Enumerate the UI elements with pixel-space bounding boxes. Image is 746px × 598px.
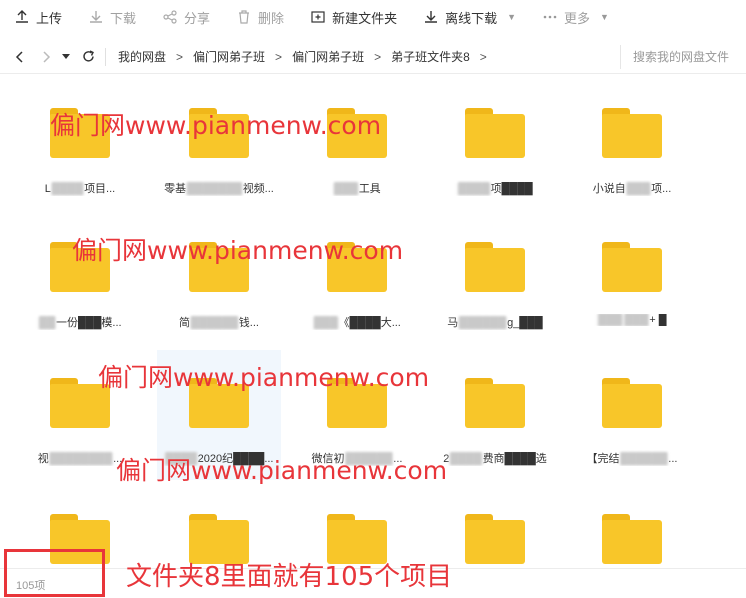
history-dropdown-icon[interactable] <box>59 40 73 74</box>
navigation-bar: 我的网盘 > 偏门网弟子班 > 偏门网弟子班 > 弟子班文件夹8 > 搜索我的网… <box>0 40 746 74</box>
folder-item[interactable]: 小说自███项... <box>570 80 694 210</box>
folder-icon <box>602 108 662 158</box>
delete-button[interactable]: 删除 <box>236 0 284 34</box>
annotation-text: 文件夹8里面就有105个项目 <box>126 562 453 592</box>
download-icon <box>88 9 104 25</box>
breadcrumb-separator: > <box>479 49 487 64</box>
chevron-down-icon: ▼ <box>600 12 609 22</box>
watermark-text: 偏门网www.pianmenw.com <box>72 236 404 265</box>
folder-name: ███ ███+ █ <box>597 314 667 326</box>
folder-name: 2████费商████选 <box>443 453 547 465</box>
refresh-icon[interactable] <box>81 40 95 74</box>
folder-item[interactable]: 马██████g_███ <box>433 214 557 344</box>
upload-icon <box>14 9 30 25</box>
new-folder-button[interactable]: 新建文件夹 <box>310 0 397 34</box>
breadcrumb-item[interactable]: 弟子班文件夹8 <box>391 48 470 65</box>
folder-icon <box>465 242 525 292</box>
toolbar: 上传 下载 分享 删除 新建文件夹 离线下载 ▼ 更多 ▼ <box>0 0 746 34</box>
share-button[interactable]: 分享 <box>162 0 210 34</box>
breadcrumb-item[interactable]: 偏门网弟子班 <box>292 48 364 65</box>
back-arrow-icon[interactable] <box>13 40 27 74</box>
breadcrumb-item[interactable]: 我的网盘 <box>118 48 166 65</box>
breadcrumb-separator: > <box>275 49 283 64</box>
folder-item[interactable]: 零基███████视频... <box>157 80 281 210</box>
chevron-down-icon: ▼ <box>507 12 517 22</box>
delete-label: 删除 <box>258 10 285 26</box>
folder-item[interactable]: 2████费商████选 <box>433 350 557 480</box>
offline-download-label: 离线下载 <box>445 10 498 26</box>
search-input[interactable]: 搜索我的网盘文件 <box>620 45 746 69</box>
folder-icon <box>602 378 662 428</box>
folder-name: 简██████钱... <box>179 317 259 329</box>
upload-label: 上传 <box>36 10 63 26</box>
folder-item[interactable]: 【完结██████... <box>570 350 694 480</box>
breadcrumb-item[interactable]: 偏门网弟子班 <box>193 48 265 65</box>
folder-item[interactable]: ███工具 <box>295 80 419 210</box>
folder-item[interactable]: ████项████ <box>433 80 557 210</box>
new-folder-icon <box>310 9 326 25</box>
folder-name: 马██████g_███ <box>447 317 543 329</box>
folder-icon <box>602 242 662 292</box>
share-icon <box>162 9 178 25</box>
breadcrumb-separator: > <box>176 49 184 64</box>
more-icon <box>542 9 558 25</box>
breadcrumb-separator: > <box>374 49 382 64</box>
forward-arrow-icon[interactable] <box>39 40 53 74</box>
breadcrumb: 我的网盘 > 偏门网弟子班 > 偏门网弟子班 > 弟子班文件夹8 > <box>105 47 497 66</box>
offline-download-button[interactable]: 离线下载 ▼ <box>423 0 516 34</box>
offline-download-icon <box>423 9 439 25</box>
folder-item[interactable]: L████项目... <box>18 80 142 210</box>
folder-name: 零基███████视频... <box>164 183 274 195</box>
folder-icon <box>465 514 525 564</box>
folder-name: 【完结██████... <box>586 453 678 465</box>
more-label: 更多 <box>564 10 591 26</box>
folder-icon <box>602 514 662 564</box>
watermark-text: 偏门网www.pianmenw.com <box>116 456 448 485</box>
trash-icon <box>236 9 252 25</box>
share-label: 分享 <box>184 10 211 26</box>
folder-name: ███《████大... <box>313 317 401 329</box>
folder-name: ███工具 <box>333 183 381 195</box>
folder-item[interactable]: ███ ███+ █ <box>570 214 694 344</box>
watermark-text: 偏门网www.pianmenw.com <box>50 111 382 140</box>
download-button[interactable]: 下载 <box>88 0 136 34</box>
folder-name: L████项目... <box>44 183 116 195</box>
watermark-text: 偏门网www.pianmenw.com <box>98 363 430 392</box>
highlight-box <box>4 549 105 597</box>
upload-button[interactable]: 上传 <box>14 0 62 34</box>
folder-name: ████项████ <box>457 183 533 195</box>
folder-icon <box>465 108 525 158</box>
new-folder-label: 新建文件夹 <box>332 10 398 26</box>
folder-icon <box>465 378 525 428</box>
folder-name: 小说自███项... <box>592 183 672 195</box>
download-label: 下载 <box>110 10 137 26</box>
more-button[interactable]: 更多 ▼ <box>542 0 609 34</box>
folder-name: ██一份███模... <box>38 317 122 329</box>
